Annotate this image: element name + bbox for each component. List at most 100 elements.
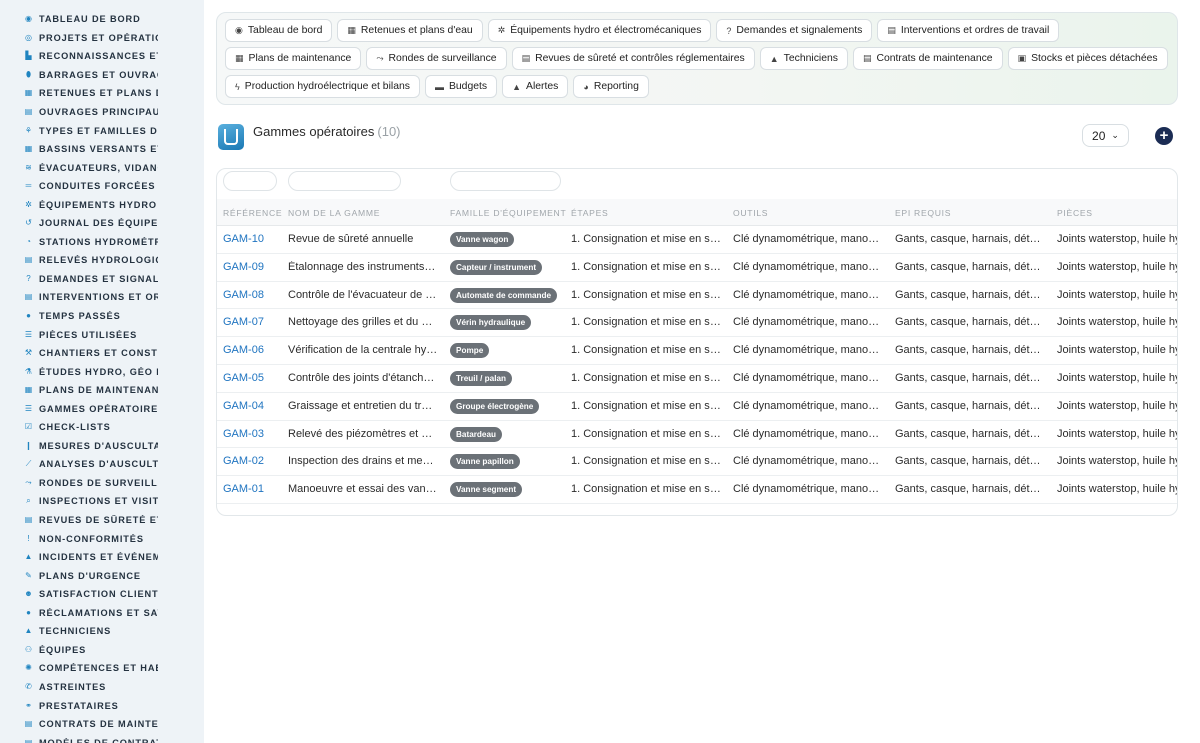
sidebar-item[interactable]: ⚭ PRESTATAIRES [0, 696, 158, 715]
reference-link[interactable]: GAM-01 [223, 483, 281, 495]
quick-nav-button[interactable]: ▤ Revues de sûreté et contrôles réglement… [511, 47, 755, 70]
quick-nav-button[interactable]: ◉ Tableau de bord [225, 19, 333, 42]
sidebar-item[interactable]: ⚗ ÉTUDES HYDRO, GÉO ET STRUCTURE [0, 362, 158, 381]
sidebar-item[interactable]: ✎ PLANS D'URGENCE [0, 566, 158, 585]
quick-nav-button[interactable]: ▲ Alertes [502, 75, 569, 98]
reference-link[interactable]: GAM-05 [223, 372, 281, 384]
column-header[interactable]: EPI requis [895, 208, 951, 218]
sidebar-item[interactable]: ⚇ ÉQUIPES [0, 641, 158, 660]
reference-link[interactable]: GAM-10 [223, 233, 281, 245]
sidebar-item[interactable]: ▤ MODÈLES DE CONTRATS [0, 733, 158, 743]
column-header[interactable]: Référence [223, 208, 282, 218]
sidebar-item[interactable]: ≋ ÉVACUATEURS, VIDANGES [0, 158, 158, 177]
sidebar-item[interactable]: ▲ TECHNICIENS [0, 622, 158, 641]
sidebar-item[interactable]: ◔ STATIONS HYDROMÉTRIQUES [0, 233, 158, 252]
quick-nav-button[interactable]: ◕ Reporting [573, 75, 649, 98]
table-row[interactable]: GAM-06 Vérification de la centrale hydrau… [217, 337, 1177, 365]
column-header[interactable]: Outils [733, 208, 768, 218]
reference-link[interactable]: GAM-09 [223, 261, 281, 273]
sidebar-item[interactable]: ↺ JOURNAL DES ÉQUIPEMENTS [0, 214, 158, 233]
table-row[interactable]: GAM-02 Inspection des drains et mesures Va… [217, 448, 1177, 477]
quick-nav-button[interactable]: ▬ Budgets [424, 75, 498, 98]
sidebar-item[interactable]: ▤ CONTRATS DE MAINTENANCE [0, 715, 158, 734]
quick-nav-button[interactable]: ϟ Production hydroélectrique et bilans [225, 75, 420, 98]
column-header[interactable]: Famille d'équipement [450, 208, 566, 218]
filter-name-input[interactable] [288, 171, 401, 191]
sidebar-item[interactable]: ● TEMPS PASSÉS [0, 307, 158, 326]
quick-nav-button[interactable]: ▣ Stocks et pièces détachées [1007, 47, 1168, 70]
sidebar-item[interactable]: ! NON-CONFORMITÉS [0, 529, 158, 548]
sidebar-item[interactable]: ═ CONDUITES FORCÉES ET GALERIES [0, 177, 158, 196]
sidebar-item[interactable]: ▲ INCIDENTS ET ÉVÉNEMENTS [0, 548, 158, 567]
sidebar-item[interactable]: ⚘ TYPES ET FAMILLES D'OUVRAGES [0, 121, 158, 140]
quick-nav-button[interactable]: ▦ Plans de maintenance [225, 47, 362, 70]
sidebar-item[interactable]: ⤳ RONDES DE SURVEILLANCE [0, 474, 158, 493]
add-record-button[interactable]: + [1155, 127, 1173, 145]
sidebar-item[interactable]: ☰ GAMMES OPÉRATOIRES [0, 399, 158, 418]
sidebar-item[interactable]: ⟋ ANALYSES D'AUSCULTATION [0, 455, 158, 474]
sidebar-item[interactable]: ✲ ÉQUIPEMENTS HYDRO ET ÉLECTROMÉCANIQUES [0, 195, 158, 214]
sidebar-item[interactable]: ▦ RETENUES ET PLANS D'EAU [0, 84, 158, 103]
sidebar-item[interactable]: ▦ PLANS DE MAINTENANCE [0, 381, 158, 400]
sidebar-item[interactable]: ▤ INTERVENTIONS ET ORDRES DE TRAVAIL [0, 288, 158, 307]
table-row[interactable]: GAM-01 Manoeuvre et essai des vannes Vanne… [217, 476, 1177, 504]
sidebar-item[interactable]: ▙ RECONNAISSANCES ET VISITES [0, 47, 158, 66]
sidebar-item[interactable]: ❙ MESURES D'AUSCULTATION [0, 437, 158, 456]
reference-link[interactable]: GAM-08 [223, 289, 281, 301]
sidebar-item[interactable]: ▤ RELEVÉS HYDROLOGIQUES [0, 251, 158, 270]
thermometer-icon: ❙ [25, 440, 32, 450]
sidebar-item[interactable]: ☰ PIÈCES UTILISÉES [0, 325, 158, 344]
table-row[interactable]: GAM-10 Revue de sûreté annuelle Vanne wago… [217, 226, 1177, 254]
quick-nav-button[interactable]: ▲ Techniciens [759, 47, 848, 70]
column-header[interactable]: Nom de la gamme [288, 208, 380, 218]
sidebar-item[interactable]: ? DEMANDES ET SIGNALEMENTS [0, 270, 158, 289]
per-page-select[interactable]: 20 ⌄ [1082, 124, 1129, 147]
module-logo-icon [218, 124, 244, 150]
exclamation-circle-icon: ! [27, 533, 30, 543]
table-row[interactable]: GAM-05 Contrôle des joints d'étanchéité Tr… [217, 365, 1177, 393]
sidebar-item-label: STATIONS HYDROMÉTRIQUES [39, 236, 158, 247]
filter-reference-input[interactable] [223, 171, 277, 191]
filter-family-input[interactable] [450, 171, 561, 191]
sidebar-item[interactable]: ◉ TABLEAU DE BORD [0, 10, 158, 29]
table-row[interactable]: GAM-03 Relevé des piézomètres et pendules… [217, 421, 1177, 449]
quick-nav-button[interactable]: ? Demandes et signalements [716, 19, 873, 42]
sidebar-item[interactable]: ▤ OUVRAGES PRINCIPAUX [0, 103, 158, 122]
table-cell: 1. Consignation et mise en sécurité [571, 316, 721, 329]
table-row[interactable]: GAM-07 Nettoyage des grilles et du dégril… [217, 309, 1177, 338]
sidebar-item[interactable]: ☑ CHECK-LISTS [0, 418, 158, 437]
table-row[interactable]: GAM-08 Contrôle de l'évacuateur de crues A… [217, 282, 1177, 310]
table-cell: Gants, casque, harnais, détecteur [895, 455, 1045, 468]
table-row[interactable]: GAM-04 Graissage et entretien du treuil Gr… [217, 393, 1177, 421]
table-row[interactable]: GAM-09 Étalonnage des instruments de mesu… [217, 254, 1177, 282]
quick-nav-button[interactable]: ▦ Retenues et plans d'eau [337, 19, 483, 42]
sidebar-item[interactable]: ☻ SATISFACTION CLIENT [0, 585, 158, 604]
sidebar-item[interactable]: ✺ COMPÉTENCES ET HABILITATIONS [0, 659, 158, 678]
reference-link[interactable]: GAM-06 [223, 344, 281, 356]
file-contract-icon: ▤ [24, 719, 33, 729]
quick-nav-button[interactable]: ▤ Interventions et ordres de travail [877, 19, 1060, 42]
quick-nav-button[interactable]: ✲ Équipements hydro et électromécaniques [487, 19, 712, 42]
table-cell: 1. Consignation et mise en sécurité [571, 260, 721, 273]
reference-link[interactable]: GAM-03 [223, 428, 281, 440]
quick-nav-label: Revues de sûreté et contrôles réglementa… [535, 53, 745, 64]
sidebar-item[interactable]: ▦ BASSINS VERSANTS ET AFFLUENTS [0, 140, 158, 159]
sidebar-item[interactable]: ◎ PROJETS ET OPÉRATIONS [0, 29, 158, 48]
quick-nav-button[interactable]: ⤳ Rondes de surveillance [366, 47, 507, 70]
sidebar-item[interactable]: ⚒ CHANTIERS ET CONSTRUCTIONS [0, 344, 158, 363]
column-header[interactable]: Pièces [1057, 208, 1093, 218]
sidebar-item[interactable]: ✆ ASTREINTES [0, 678, 158, 697]
reference-link[interactable]: GAM-04 [223, 400, 281, 412]
sidebar-item-label: DEMANDES ET SIGNALEMENTS [39, 273, 158, 284]
sidebar-item[interactable]: ● RÉCLAMATIONS ET SAV [0, 604, 158, 623]
sidebar-item[interactable]: ⌕ INSPECTIONS ET VISITES [0, 492, 158, 511]
reference-link[interactable]: GAM-07 [223, 316, 281, 328]
quick-nav-button[interactable]: ▤ Contrats de maintenance [852, 47, 1003, 70]
check-square-icon: ☑ [24, 422, 33, 432]
table-cell: Inspection des drains et mesures [288, 455, 438, 468]
sidebar-item[interactable]: ▤ REVUES DE SÛRETÉ ET CONTRÔLES [0, 511, 158, 530]
column-header[interactable]: Étapes [571, 208, 608, 218]
reference-link[interactable]: GAM-02 [223, 455, 281, 467]
sidebar-item[interactable]: ⬮ BARRAGES ET OUVRAGES [0, 66, 158, 85]
equipment-family-badge: Vérin hydraulique [450, 315, 532, 331]
